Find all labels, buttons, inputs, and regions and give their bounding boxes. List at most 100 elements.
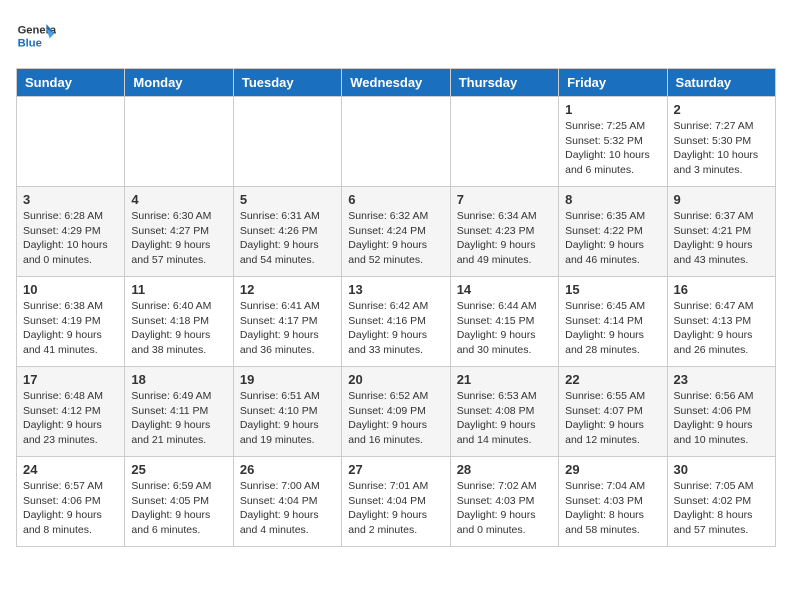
day-info: Sunrise: 6:38 AM Sunset: 4:19 PM Dayligh… — [23, 299, 118, 358]
calendar-cell: 11 Sunrise: 6:40 AM Sunset: 4:18 PM Dayli… — [125, 277, 233, 367]
day-number: 18 — [131, 372, 226, 387]
day-number: 1 — [565, 102, 660, 117]
calendar-cell: 27 Sunrise: 7:01 AM Sunset: 4:04 PM Dayli… — [342, 457, 450, 547]
calendar-table: SundayMondayTuesdayWednesdayThursdayFrid… — [16, 68, 776, 547]
day-info: Sunrise: 6:37 AM Sunset: 4:21 PM Dayligh… — [674, 209, 769, 268]
day-info: Sunrise: 6:49 AM Sunset: 4:11 PM Dayligh… — [131, 389, 226, 448]
calendar-cell: 28 Sunrise: 7:02 AM Sunset: 4:03 PM Dayli… — [450, 457, 558, 547]
calendar-cell: 5Sunrise: 6:31 AM Sunset: 4:26 PM Daylig… — [233, 187, 341, 277]
header: General Blue — [16, 16, 776, 56]
day-number: 3 — [23, 192, 118, 207]
calendar-cell: 25Sunrise: 6:59 AM Sunset: 4:05 PM Dayli… — [125, 457, 233, 547]
calendar-week-row: 10 Sunrise: 6:38 AM Sunset: 4:19 PM Dayli… — [17, 277, 776, 367]
day-number: 4 — [131, 192, 226, 207]
calendar-cell: 14 Sunrise: 6:44 AM Sunset: 4:15 PM Dayli… — [450, 277, 558, 367]
day-number: 20 — [348, 372, 443, 387]
calendar-week-row: 1 Sunrise: 7:25 AM Sunset: 5:32 PM Daylig… — [17, 97, 776, 187]
day-info: Sunrise: 6:48 AM Sunset: 4:12 PM Dayligh… — [23, 389, 118, 448]
day-info: Sunrise: 6:28 AM Sunset: 4:29 PM Dayligh… — [23, 209, 118, 268]
calendar-cell: 12Sunrise: 6:41 AM Sunset: 4:17 PM Dayli… — [233, 277, 341, 367]
day-number: 11 — [131, 282, 226, 297]
day-number: 29 — [565, 462, 660, 477]
day-info: Sunrise: 6:30 AM Sunset: 4:27 PM Dayligh… — [131, 209, 226, 268]
day-number: 7 — [457, 192, 552, 207]
calendar-cell: 20 Sunrise: 6:52 AM Sunset: 4:09 PM Dayli… — [342, 367, 450, 457]
weekday-header: Sunday — [17, 69, 125, 97]
weekday-header: Saturday — [667, 69, 775, 97]
day-number: 24 — [23, 462, 118, 477]
day-number: 28 — [457, 462, 552, 477]
day-info: Sunrise: 6:53 AM Sunset: 4:08 PM Dayligh… — [457, 389, 552, 448]
day-info: Sunrise: 7:01 AM Sunset: 4:04 PM Dayligh… — [348, 479, 443, 538]
day-number: 13 — [348, 282, 443, 297]
day-number: 22 — [565, 372, 660, 387]
calendar-cell: 16 Sunrise: 6:47 AM Sunset: 4:13 PM Dayli… — [667, 277, 775, 367]
calendar-cell: 10 Sunrise: 6:38 AM Sunset: 4:19 PM Dayli… — [17, 277, 125, 367]
day-number: 21 — [457, 372, 552, 387]
day-info: Sunrise: 6:56 AM Sunset: 4:06 PM Dayligh… — [674, 389, 769, 448]
calendar-week-row: 17 Sunrise: 6:48 AM Sunset: 4:12 PM Dayli… — [17, 367, 776, 457]
weekday-header: Wednesday — [342, 69, 450, 97]
day-number: 10 — [23, 282, 118, 297]
calendar-cell — [450, 97, 558, 187]
day-number: 19 — [240, 372, 335, 387]
calendar-cell: 21 Sunrise: 6:53 AM Sunset: 4:08 PM Dayli… — [450, 367, 558, 457]
day-number: 5 — [240, 192, 335, 207]
calendar-cell: 24Sunrise: 6:57 AM Sunset: 4:06 PM Dayli… — [17, 457, 125, 547]
calendar-cell: 2 Sunrise: 7:27 AM Sunset: 5:30 PM Daylig… — [667, 97, 775, 187]
day-number: 6 — [348, 192, 443, 207]
calendar-week-row: 3 Sunrise: 6:28 AM Sunset: 4:29 PM Daylig… — [17, 187, 776, 277]
day-number: 17 — [23, 372, 118, 387]
calendar-cell: 18 Sunrise: 6:49 AM Sunset: 4:11 PM Dayli… — [125, 367, 233, 457]
calendar-cell: 1 Sunrise: 7:25 AM Sunset: 5:32 PM Daylig… — [559, 97, 667, 187]
calendar-cell: 3 Sunrise: 6:28 AM Sunset: 4:29 PM Daylig… — [17, 187, 125, 277]
calendar-cell: 22 Sunrise: 6:55 AM Sunset: 4:07 PM Dayli… — [559, 367, 667, 457]
calendar-cell — [342, 97, 450, 187]
calendar-cell: 13 Sunrise: 6:42 AM Sunset: 4:16 PM Dayli… — [342, 277, 450, 367]
day-number: 25 — [131, 462, 226, 477]
calendar-cell: 17 Sunrise: 6:48 AM Sunset: 4:12 PM Dayli… — [17, 367, 125, 457]
day-info: Sunrise: 6:42 AM Sunset: 4:16 PM Dayligh… — [348, 299, 443, 358]
calendar-week-row: 24Sunrise: 6:57 AM Sunset: 4:06 PM Dayli… — [17, 457, 776, 547]
day-number: 14 — [457, 282, 552, 297]
calendar-cell: 7 Sunrise: 6:34 AM Sunset: 4:23 PM Daylig… — [450, 187, 558, 277]
calendar-cell: 23 Sunrise: 6:56 AM Sunset: 4:06 PM Dayli… — [667, 367, 775, 457]
calendar-cell: 29 Sunrise: 7:04 AM Sunset: 4:03 PM Dayli… — [559, 457, 667, 547]
day-info: Sunrise: 7:27 AM Sunset: 5:30 PM Dayligh… — [674, 119, 769, 178]
weekday-header: Monday — [125, 69, 233, 97]
day-number: 30 — [674, 462, 769, 477]
day-info: Sunrise: 6:52 AM Sunset: 4:09 PM Dayligh… — [348, 389, 443, 448]
day-info: Sunrise: 6:35 AM Sunset: 4:22 PM Dayligh… — [565, 209, 660, 268]
day-number: 23 — [674, 372, 769, 387]
day-info: Sunrise: 6:55 AM Sunset: 4:07 PM Dayligh… — [565, 389, 660, 448]
day-info: Sunrise: 7:25 AM Sunset: 5:32 PM Dayligh… — [565, 119, 660, 178]
calendar-cell: 9 Sunrise: 6:37 AM Sunset: 4:21 PM Daylig… — [667, 187, 775, 277]
day-info: Sunrise: 7:02 AM Sunset: 4:03 PM Dayligh… — [457, 479, 552, 538]
day-number: 9 — [674, 192, 769, 207]
weekday-header: Thursday — [450, 69, 558, 97]
day-number: 26 — [240, 462, 335, 477]
day-info: Sunrise: 6:34 AM Sunset: 4:23 PM Dayligh… — [457, 209, 552, 268]
day-info: Sunrise: 7:05 AM Sunset: 4:02 PM Dayligh… — [674, 479, 769, 538]
svg-text:Blue: Blue — [18, 37, 42, 49]
calendar-cell: 6 Sunrise: 6:32 AM Sunset: 4:24 PM Daylig… — [342, 187, 450, 277]
logo: General Blue — [16, 16, 56, 56]
day-number: 16 — [674, 282, 769, 297]
day-info: Sunrise: 6:45 AM Sunset: 4:14 PM Dayligh… — [565, 299, 660, 358]
day-number: 15 — [565, 282, 660, 297]
day-info: Sunrise: 6:47 AM Sunset: 4:13 PM Dayligh… — [674, 299, 769, 358]
weekday-header: Tuesday — [233, 69, 341, 97]
calendar-cell: 8Sunrise: 6:35 AM Sunset: 4:22 PM Daylig… — [559, 187, 667, 277]
calendar-cell: 30 Sunrise: 7:05 AM Sunset: 4:02 PM Dayli… — [667, 457, 775, 547]
day-info: Sunrise: 7:04 AM Sunset: 4:03 PM Dayligh… — [565, 479, 660, 538]
day-number: 12 — [240, 282, 335, 297]
day-info: Sunrise: 6:44 AM Sunset: 4:15 PM Dayligh… — [457, 299, 552, 358]
day-info: Sunrise: 6:40 AM Sunset: 4:18 PM Dayligh… — [131, 299, 226, 358]
calendar-cell: 4 Sunrise: 6:30 AM Sunset: 4:27 PM Daylig… — [125, 187, 233, 277]
calendar-cell: 19Sunrise: 6:51 AM Sunset: 4:10 PM Dayli… — [233, 367, 341, 457]
day-number: 27 — [348, 462, 443, 477]
calendar-cell — [17, 97, 125, 187]
day-info: Sunrise: 6:32 AM Sunset: 4:24 PM Dayligh… — [348, 209, 443, 268]
calendar-cell — [233, 97, 341, 187]
day-number: 2 — [674, 102, 769, 117]
